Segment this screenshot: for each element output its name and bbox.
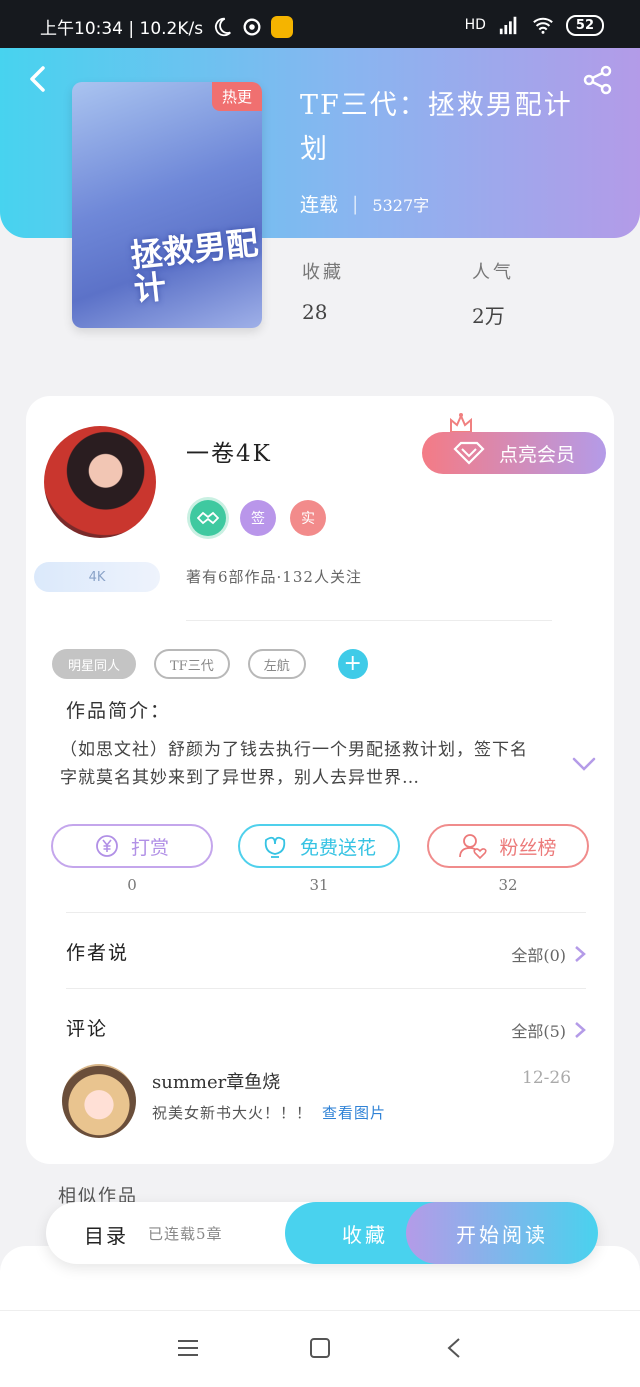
- popularity-value: 2万: [472, 304, 505, 328]
- favorites-value: 28: [302, 300, 328, 324]
- wifi-icon: [533, 17, 553, 34]
- author-says-all-label: 全部(0): [511, 946, 566, 965]
- weibo-icon: [271, 15, 294, 38]
- divider: [66, 988, 586, 989]
- chapter-count: 已连载5章: [148, 1225, 223, 1243]
- battery-indicator: 52: [565, 14, 604, 36]
- tip-count: 0: [127, 876, 137, 894]
- back-triangle-icon: [447, 1338, 460, 1358]
- author-avatar[interactable]: [44, 426, 156, 538]
- comments-label: 评论: [66, 1018, 109, 1040]
- view-image-link[interactable]: 查看图片: [322, 1102, 386, 1123]
- comments-all-link[interactable]: 全部(5): [511, 1018, 586, 1042]
- hot-update-badge: 热更: [211, 82, 262, 111]
- popularity-stat: 人气 2万: [472, 258, 514, 329]
- divider: [186, 620, 552, 621]
- home-nav-button[interactable]: [300, 1328, 340, 1368]
- home-square-icon: [310, 1338, 330, 1358]
- menu-nav-button[interactable]: [168, 1328, 208, 1368]
- fans-ranking-label: 粉丝榜: [499, 836, 557, 859]
- author-says-all-link[interactable]: 全部(0): [511, 942, 586, 966]
- tag-item[interactable]: 明星同人: [52, 649, 137, 679]
- flower-count: 31: [309, 876, 329, 894]
- intro-label: 作品简介：: [66, 700, 172, 722]
- share-icon[interactable]: [582, 64, 614, 96]
- author-name[interactable]: 一卷4K: [186, 434, 272, 468]
- tip-button[interactable]: 打赏: [51, 824, 213, 868]
- network-type: HD: [464, 17, 486, 33]
- tip-label: 打赏: [130, 836, 169, 859]
- signed-badge: 签: [240, 500, 276, 536]
- verified-badge: 实: [290, 500, 326, 536]
- send-flower-button[interactable]: 免费送花: [238, 824, 400, 868]
- word-count: 5327字: [372, 195, 430, 215]
- vip-button[interactable]: 点亮会员: [422, 432, 606, 474]
- status-time: 上午10:34 | 10.2K/s: [40, 19, 204, 39]
- add-tag-button[interactable]: +: [337, 649, 368, 679]
- diamond-icon: [453, 441, 485, 465]
- book-title: TF三代：拯救男配计划: [300, 90, 573, 165]
- vip-button-label: 点亮会员: [498, 443, 575, 466]
- moon-icon: [215, 17, 232, 36]
- meta-separator: |: [352, 192, 359, 215]
- comment-body: 祝美女新书大火！！！: [152, 1104, 313, 1122]
- netease-icon: [243, 18, 261, 35]
- back-arrow-icon[interactable]: [24, 64, 54, 94]
- commenter-name[interactable]: summer章鱼烧: [152, 1068, 280, 1094]
- user-heart-icon: [459, 834, 488, 859]
- flower-icon: [264, 836, 286, 858]
- status-bar: 上午10:34 | 10.2K/s HD 52: [0, 0, 640, 48]
- comments-all-label: 全部(5): [511, 1022, 566, 1041]
- comment-date: 12-26: [522, 1068, 572, 1088]
- commenter-avatar[interactable]: [62, 1064, 136, 1138]
- yen-icon: [96, 835, 118, 857]
- start-reading-button[interactable]: 开始阅读: [406, 1202, 598, 1264]
- author-stats: 著有6部作品·132人关注: [186, 568, 362, 586]
- fans-ranking-button[interactable]: 粉丝榜: [427, 824, 589, 868]
- signal-icon: [499, 16, 517, 35]
- author-level-tag: 4K: [34, 562, 160, 592]
- chevron-right-icon: [575, 946, 586, 962]
- tag-item[interactable]: TF三代: [154, 649, 230, 679]
- favorites-stat: 收藏 28: [302, 258, 344, 324]
- divider: [66, 912, 586, 913]
- tag-list: 明星同人 TF三代 左航 +: [52, 649, 368, 679]
- back-nav-button[interactable]: [434, 1328, 474, 1368]
- intro-text: （如思文社）舒颜为了钱去执行一个男配拯救计划，签下名字就莫名其妙来到了异世界，别…: [60, 740, 528, 788]
- author-says-label: 作者说: [66, 942, 130, 964]
- handshake-badge-icon: [190, 500, 226, 536]
- chevron-right-icon: [575, 1022, 586, 1038]
- tag-item[interactable]: 左航: [247, 649, 306, 679]
- menu-icon: [178, 1340, 198, 1356]
- send-flower-label: 免费送花: [299, 836, 376, 859]
- book-status: 连载: [300, 194, 339, 216]
- expand-chevron-icon[interactable]: [572, 756, 596, 772]
- favorites-label: 收藏: [302, 262, 344, 283]
- book-meta: 连载 | 5327字: [300, 190, 429, 217]
- fans-count: 32: [498, 876, 518, 894]
- comment-text: 祝美女新书大火！！！ 查看图片: [152, 1102, 386, 1123]
- author-badges: 签 实: [190, 500, 326, 536]
- book-cover[interactable]: 热更 拯救男配计: [72, 82, 262, 328]
- table-of-contents-button[interactable]: 目录: [84, 1220, 128, 1249]
- popularity-label: 人气: [472, 262, 514, 283]
- cover-title-art: 拯救男配计: [128, 223, 260, 309]
